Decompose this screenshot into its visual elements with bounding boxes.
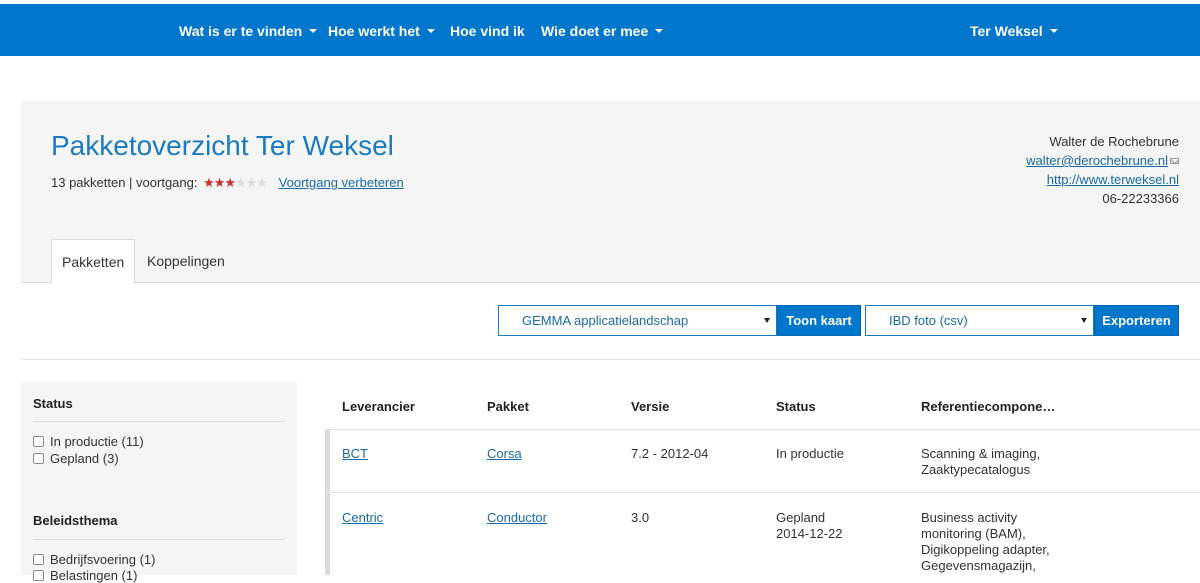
filter-option-gepland[interactable]: Gepland (3) <box>33 451 119 466</box>
progress-stars: ★★★★★★ <box>203 175 268 191</box>
checkbox[interactable] <box>33 554 44 565</box>
export-button[interactable]: Exporteren <box>1094 305 1179 336</box>
nav-item-label: Hoe werkt het <box>328 23 420 39</box>
reference-line: monitoring (BAM), <box>921 526 1026 541</box>
filter-option-in-productie[interactable]: In productie (11) <box>33 434 144 449</box>
user-menu[interactable]: Ter Weksel <box>970 4 1058 56</box>
table-row: BCT Corsa 7.2 - 2012-04 In productie Sca… <box>325 430 1200 492</box>
tab-koppelingen[interactable]: Koppelingen <box>137 239 235 284</box>
user-menu-label: Ter Weksel <box>970 23 1043 39</box>
nav-item-hoe-werkt-het[interactable]: Hoe werkt het <box>328 4 435 56</box>
star-filled-icon: ★ <box>203 175 215 190</box>
reference-line: Zaaktypecatalogus <box>921 462 1031 477</box>
star-empty-icon: ★ <box>235 175 247 190</box>
facet-divider <box>33 539 285 540</box>
contact-name: Walter de Rochebrune <box>1049 134 1179 149</box>
reference-line: Digikoppeling adapter, <box>921 542 1050 557</box>
map-view-select-value: GEMMA applicatielandschap <box>522 313 689 328</box>
progress-summary: 13 pakketten | voortgang: ★★★★★★ Voortga… <box>51 175 404 191</box>
column-header-status[interactable]: Status <box>776 399 816 414</box>
filter-option-label: Belastingen (1) <box>50 568 138 583</box>
table-row: Centric Conductor 3.0 Gepland 2014-12-22… <box>325 493 1200 575</box>
package-link[interactable]: Conductor <box>487 510 547 525</box>
caret-down-icon <box>309 29 318 34</box>
column-header-referentiecomponent[interactable]: Referentiecompone… <box>921 399 1055 414</box>
tab-pakketten[interactable]: Pakketten <box>51 239 136 284</box>
page-title: Pakketoverzicht Ter Weksel <box>51 130 394 161</box>
reference-line: Gegevensmagazijn, <box>921 558 1036 573</box>
caret-down-icon <box>426 29 435 34</box>
nav-item-label: Hoe vind ik <box>450 23 525 39</box>
version-cell: 7.2 - 2012-04 <box>631 446 709 461</box>
version-cell: 3.0 <box>631 510 650 525</box>
contact-email-link[interactable]: walter@derochebrune.nl <box>1026 153 1168 168</box>
star-empty-icon: ★ <box>245 175 258 190</box>
mail-icon <box>1170 158 1179 164</box>
summary-text: 13 pakketten | voortgang: <box>51 175 198 190</box>
filter-option-belastingen[interactable]: Belastingen (1) <box>33 568 137 583</box>
filter-option-label: In productie (11) <box>50 434 144 449</box>
supplier-link[interactable]: Centric <box>342 510 383 525</box>
status-cell: Gepland 2014-12-22 <box>776 510 843 542</box>
checkbox[interactable] <box>33 436 44 447</box>
export-format-select-value: IBD foto (csv) <box>889 313 968 328</box>
filter-option-bedrijfsvoering[interactable]: Bedrijfsvoering (1) <box>33 552 156 567</box>
column-header-versie[interactable]: Versie <box>631 399 669 414</box>
supplier-link[interactable]: BCT <box>342 446 368 461</box>
star-empty-icon: ★ <box>256 175 268 190</box>
package-link[interactable]: Corsa <box>487 446 522 461</box>
status-line: Gepland <box>776 510 826 525</box>
column-header-leverancier[interactable]: Leverancier <box>342 399 415 414</box>
nav-item-label: Wat is er te vinden <box>179 23 303 39</box>
reference-cell: Business activity monitoring (BAM), Digi… <box>921 510 1050 574</box>
section-divider <box>21 359 1200 360</box>
contact-website-link[interactable]: http://www.terweksel.nl <box>1047 172 1179 187</box>
status-date: 2014-12-22 <box>776 526 843 541</box>
map-view-select[interactable]: GEMMA applicatielandschap <box>498 305 777 336</box>
toolbar: GEMMA applicatielandschap Toon kaart IBD… <box>0 305 1200 337</box>
reference-line: Business activity <box>921 510 1018 525</box>
filter-option-label: Bedrijfsvoering (1) <box>50 552 156 567</box>
filter-sidebar: Status In productie (11) Gepland (3) Bel… <box>21 382 297 583</box>
status-line: In productie <box>776 446 844 461</box>
facet-divider <box>33 421 285 422</box>
caret-down-icon <box>655 29 664 34</box>
select-arrow-icon <box>764 318 770 323</box>
header-panel: Pakketoverzicht Ter Weksel 13 pakketten … <box>21 100 1200 284</box>
facet-title-status: Status <box>33 396 73 411</box>
select-arrow-icon <box>1081 318 1087 323</box>
show-map-button[interactable]: Toon kaart <box>777 305 861 336</box>
star-filled-icon: ★ <box>213 175 226 190</box>
reference-cell: Scanning & imaging, Zaaktypecatalogus <box>921 446 1040 478</box>
nav-item-wat-is-er-te-vinden[interactable]: Wat is er te vinden <box>179 4 318 56</box>
nav-item-wie-doet-er-mee[interactable]: Wie doet er mee <box>541 4 664 56</box>
facet-title-beleidsthema: Beleidsthema <box>33 513 118 528</box>
caret-down-icon <box>1049 29 1058 34</box>
reference-line: Scanning & imaging, <box>921 446 1041 461</box>
packages-table: Leverancier Pakket Versie Status Referen… <box>325 382 1200 575</box>
status-cell: In productie <box>776 446 844 462</box>
contact-phone: 06-22233366 <box>1102 191 1179 206</box>
filter-option-label: Gepland (3) <box>50 451 119 466</box>
main-navbar: Wat is er te vinden Hoe werkt het Hoe vi… <box>0 4 1200 56</box>
checkbox[interactable] <box>33 570 44 581</box>
nav-item-hoe-vind-ik[interactable]: Hoe vind ik <box>450 4 525 56</box>
checkbox[interactable] <box>33 453 44 464</box>
column-header-pakket[interactable]: Pakket <box>487 399 529 414</box>
star-filled-icon: ★ <box>224 175 236 190</box>
export-format-select[interactable]: IBD foto (csv) <box>865 305 1094 336</box>
contact-block: Walter de Rochebrune walter@derochebrune… <box>1026 132 1179 208</box>
nav-item-label: Wie doet er mee <box>541 23 649 39</box>
improve-progress-link[interactable]: Voortgang verbeteren <box>279 175 404 190</box>
